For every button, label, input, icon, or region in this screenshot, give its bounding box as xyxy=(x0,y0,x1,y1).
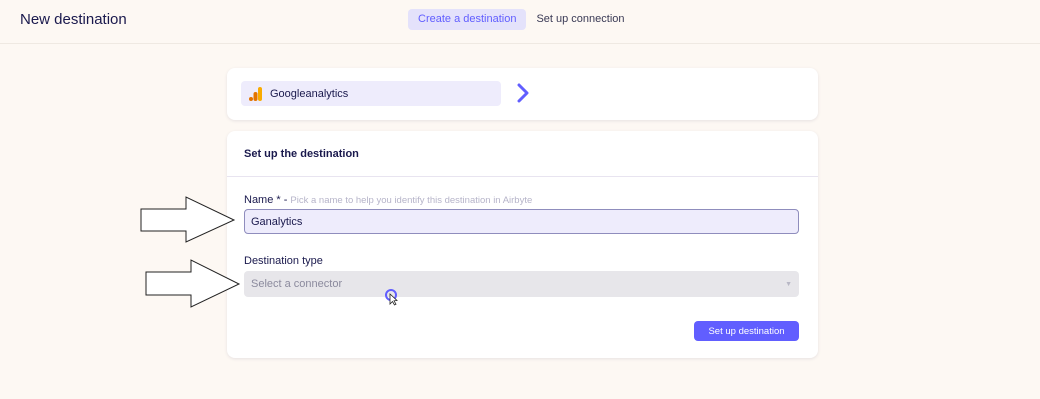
source-card: Googleanalytics xyxy=(227,68,818,120)
chevron-down-icon: ▼ xyxy=(785,280,792,288)
annotation-arrow-icon xyxy=(140,196,236,243)
form-header: Set up the destination xyxy=(227,131,818,177)
google-analytics-icon xyxy=(249,86,262,101)
destination-form-card: Set up the destination Name * - Pick a na… xyxy=(227,131,818,358)
source-pill[interactable]: Googleanalytics xyxy=(241,81,501,106)
form-title: Set up the destination xyxy=(244,147,359,160)
name-label-row: Name * - Pick a name to help you identify… xyxy=(244,194,532,206)
stepper: Create a destination Set up connection xyxy=(408,9,635,30)
mouse-cursor-icon xyxy=(385,289,398,306)
step-create-destination[interactable]: Create a destination xyxy=(408,9,527,30)
source-name: Googleanalytics xyxy=(270,87,349,100)
page-header: New destination Create a destination Set… xyxy=(0,0,1040,44)
name-input[interactable] xyxy=(244,209,799,234)
setup-destination-button[interactable]: Set up destination xyxy=(694,321,799,341)
destination-type-select[interactable]: Select a connector ▼ xyxy=(244,271,799,297)
page-title: New destination xyxy=(20,11,127,28)
name-hint: Pick a name to help you identify this de… xyxy=(290,195,533,206)
name-label: Name * - xyxy=(244,194,288,206)
chevron-right-icon xyxy=(517,83,529,103)
destination-type-placeholder: Select a connector xyxy=(251,278,343,290)
annotation-arrow-icon xyxy=(145,259,241,308)
destination-type-label: Destination type xyxy=(244,255,323,267)
step-setup-connection[interactable]: Set up connection xyxy=(526,9,634,30)
